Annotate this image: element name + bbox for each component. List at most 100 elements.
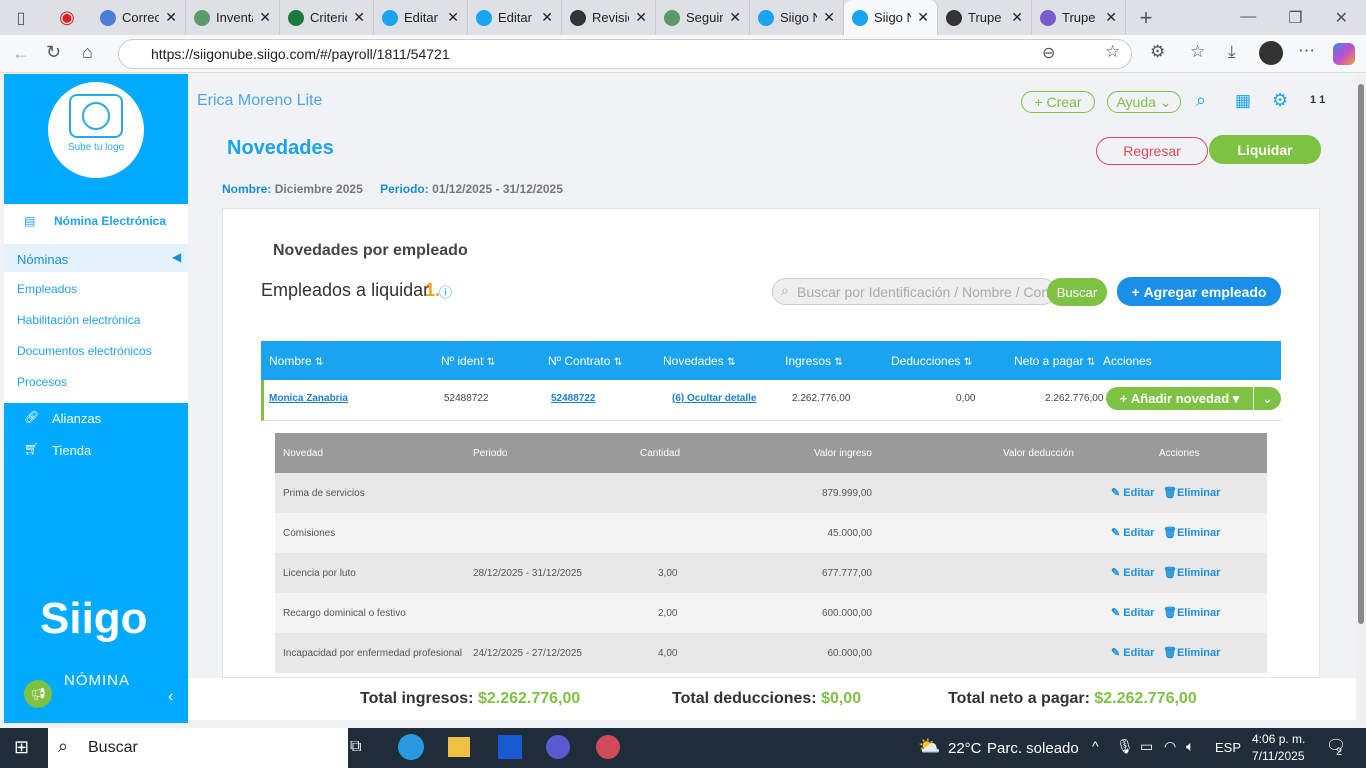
delete-button[interactable]: 🗑︎Eliminar [1163, 526, 1220, 539]
column-header[interactable]: Ingresos ⇅ [785, 354, 843, 368]
close-tab-icon[interactable]: ✕ [1105, 9, 1117, 26]
sidebar-item-empleados[interactable]: Empleados [17, 282, 77, 296]
edge-icon[interactable] [398, 734, 424, 760]
clock-time[interactable]: 4:06 p. m. [1252, 732, 1305, 746]
help-icon[interactable]: ⓘ [439, 282, 452, 301]
mic-icon[interactable]: 🎙︎ [1116, 738, 1134, 755]
column-header[interactable]: Nº Contrato ⇅ [548, 354, 622, 368]
profile-avatar[interactable] [1259, 41, 1283, 65]
close-tab-icon[interactable]: ✕ [823, 9, 835, 26]
close-tab-icon[interactable]: ✕ [917, 9, 929, 26]
battery-icon[interactable]: ▭ [1140, 738, 1153, 755]
sidebar-item-procesos[interactable]: Procesos [17, 375, 67, 389]
close-tab-icon[interactable]: ✕ [353, 9, 365, 26]
url-input[interactable]: https://siigonube.siigo.com/#/payroll/18… [118, 39, 1132, 69]
browser-tab[interactable]: Revisión ✕ [562, 0, 656, 35]
close-window-button[interactable]: ✕ [1335, 8, 1348, 28]
wifi-icon[interactable]: ◠ [1164, 738, 1176, 755]
edit-button[interactable]: ✎ Editar [1111, 526, 1154, 539]
sort-icon[interactable]: ⇅ [1087, 357, 1095, 368]
weather-temp[interactable]: 22°C [948, 740, 982, 757]
browser-tab[interactable]: Seguimiento ✕ [656, 0, 750, 35]
sort-icon[interactable]: ⇅ [727, 357, 735, 368]
extensions-icon[interactable]: ⚙ [1150, 42, 1165, 62]
gear-icon[interactable]: ⚙ [1272, 90, 1288, 111]
volume-icon[interactable]: 🔈︎ [1186, 738, 1194, 755]
sidebar-item-documentos[interactable]: Documentos electrónicos [17, 344, 152, 358]
sort-icon[interactable]: ⇅ [315, 357, 323, 368]
language[interactable]: ESP [1215, 740, 1241, 755]
file-explorer-icon[interactable] [448, 737, 470, 757]
scrollbar[interactable] [1356, 74, 1366, 724]
employee-name-link[interactable]: Monica Zanabria [269, 393, 348, 404]
user-menu[interactable]: 1 1 [1310, 94, 1325, 106]
sidebar-item-nominas[interactable]: Nóminas [17, 252, 68, 267]
download-icon[interactable]: ⤓ [1228, 42, 1236, 62]
browser-tab[interactable]: Siigo N ✕ [844, 0, 938, 35]
favorite-icon[interactable]: ☆ [1105, 42, 1120, 62]
refresh-icon[interactable]: ↻ [46, 42, 61, 63]
edit-button[interactable]: ✎ Editar [1111, 606, 1154, 619]
close-tab-icon[interactable]: ✕ [729, 9, 741, 26]
column-header[interactable]: Nombre ⇅ [269, 354, 323, 368]
delete-button[interactable]: 🗑︎Eliminar [1163, 486, 1220, 499]
section-nomina-electronica[interactable]: Nómina Electrónica [54, 214, 166, 228]
sort-icon[interactable]: ⇅ [487, 357, 495, 368]
sort-icon[interactable]: ⇅ [964, 357, 972, 368]
close-tab-icon[interactable]: ✕ [635, 9, 647, 26]
column-header[interactable]: Deducciones ⇅ [891, 354, 972, 368]
sort-icon[interactable]: ⇅ [834, 357, 842, 368]
regresar-button[interactable]: Regresar [1096, 137, 1208, 165]
record-icon[interactable]: ◉ [42, 7, 92, 28]
sidebar-item-habilitacion[interactable]: Habilitación electrónica [17, 313, 140, 327]
more-icon[interactable]: ⋯ [1298, 41, 1315, 61]
windows-start-icon[interactable]: ⊞ [14, 737, 29, 758]
contract-link[interactable]: 52488722 [551, 393, 596, 404]
close-tab-icon[interactable]: ✕ [1011, 9, 1023, 26]
agregar-empleado-button[interactable]: + Agregar empleado [1117, 277, 1281, 306]
browser-tab[interactable]: Siigo N ✕ [750, 0, 844, 35]
edit-button[interactable]: ✎ Editar [1111, 646, 1154, 659]
liquidar-button[interactable]: Liquidar [1209, 135, 1321, 164]
new-tab-button[interactable]: + [1126, 5, 1166, 31]
copilot-icon[interactable] [1333, 43, 1355, 65]
close-tab-icon[interactable]: ✕ [165, 9, 177, 26]
clock-date[interactable]: 7/11/2025 [1252, 749, 1305, 763]
maximize-button[interactable]: ❐ [1288, 8, 1302, 28]
browser-tab[interactable]: Correo ✕ [92, 0, 186, 35]
app-icon[interactable] [498, 735, 522, 759]
weather-desc[interactable]: Parc. soleado [987, 740, 1079, 757]
app-icon-2[interactable] [596, 735, 620, 759]
announcement-icon[interactable]: 📢︎ [24, 680, 52, 708]
buscar-button[interactable]: Buscar [1047, 278, 1107, 306]
toggle-detail-link[interactable]: (6) Ocultar detalle [672, 393, 756, 404]
minimize-button[interactable]: — [1240, 8, 1256, 28]
favorites-icon[interactable]: ☆ [1190, 42, 1205, 62]
zoom-icon[interactable]: ⊖ [1042, 43, 1055, 63]
search-input[interactable]: Buscar por Identificación / Nombre / Con… [772, 278, 1056, 305]
taskbar-search[interactable]: Buscar [48, 728, 348, 768]
anadir-novedad-button[interactable]: + Añadir novedad ▾ [1106, 387, 1253, 410]
search-icon[interactable]: ⌕ [1196, 90, 1206, 111]
collapse-sidebar-icon[interactable]: ‹ [168, 688, 173, 706]
close-tab-icon[interactable]: ✕ [259, 9, 271, 26]
close-tab-icon[interactable]: ✕ [541, 9, 553, 26]
delete-button[interactable]: 🗑︎Eliminar [1163, 646, 1220, 659]
browser-tab[interactable]: Editar ✕ [374, 0, 468, 35]
delete-button[interactable]: 🗑︎Eliminar [1163, 606, 1220, 619]
sidebar-item-tienda[interactable]: Tienda [52, 443, 91, 458]
ayuda-button[interactable]: Ayuda ⌄ [1107, 91, 1181, 113]
home-icon[interactable]: ⌂ [82, 42, 93, 63]
browser-tab[interactable]: Editar ✕ [468, 0, 562, 35]
browser-tab[interactable]: Inventario ✕ [186, 0, 280, 35]
column-header[interactable]: Novedades ⇅ [663, 354, 735, 368]
edit-button[interactable]: ✎ Editar [1111, 486, 1154, 499]
column-header[interactable]: Neto a pagar ⇅ [1014, 354, 1095, 368]
sort-icon[interactable]: ⇅ [614, 357, 622, 368]
sidebar-item-alianzas[interactable]: Alianzas [52, 411, 101, 426]
upload-logo-button[interactable]: Sube tu logo [48, 82, 144, 178]
delete-button[interactable]: 🗑︎Eliminar [1163, 566, 1220, 579]
sidebar-toggle-icon[interactable]: ▯ [0, 8, 42, 28]
back-icon[interactable]: ← [12, 43, 30, 64]
task-view-icon[interactable]: ⧉ [350, 738, 361, 756]
